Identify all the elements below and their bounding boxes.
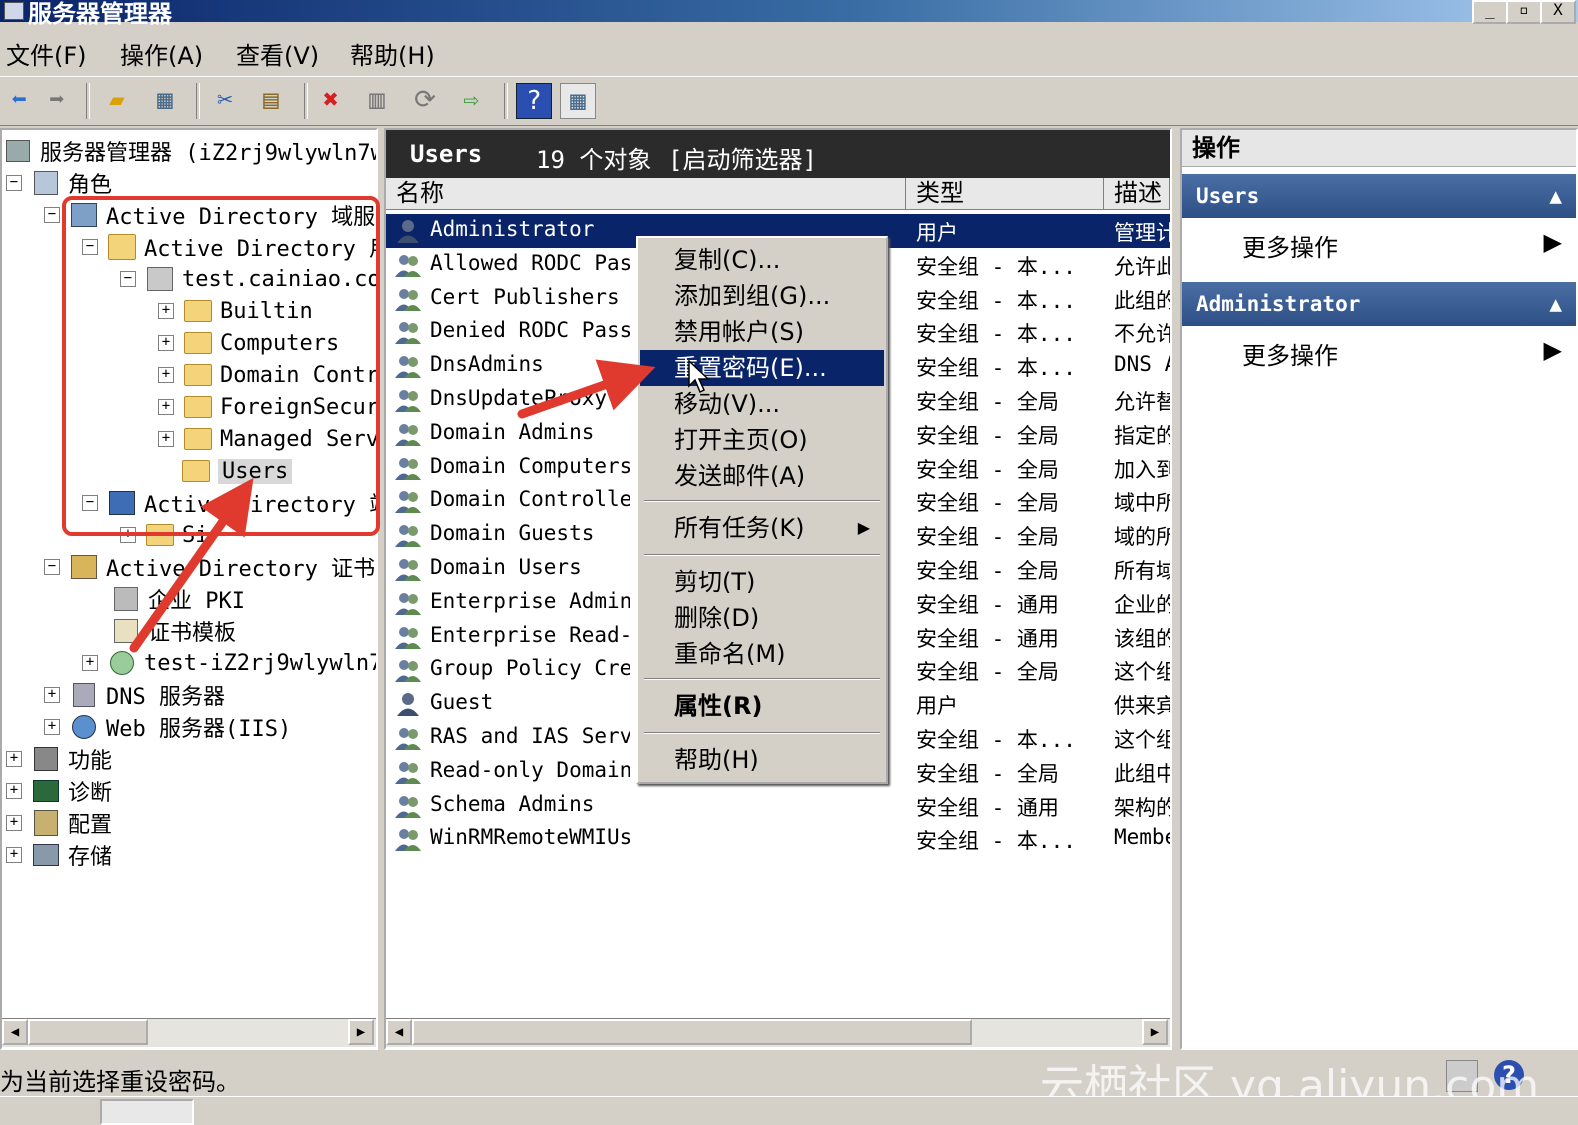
arrow-to-reset-password [517, 359, 656, 419]
taskbar-button[interactable] [100, 1099, 194, 1125]
taskbar [0, 1096, 1578, 1125]
annotation-arrows [129, 359, 656, 653]
status-text: 为当前选择重设密码。 [0, 1068, 240, 1096]
arrow-to-users-node [129, 477, 254, 653]
